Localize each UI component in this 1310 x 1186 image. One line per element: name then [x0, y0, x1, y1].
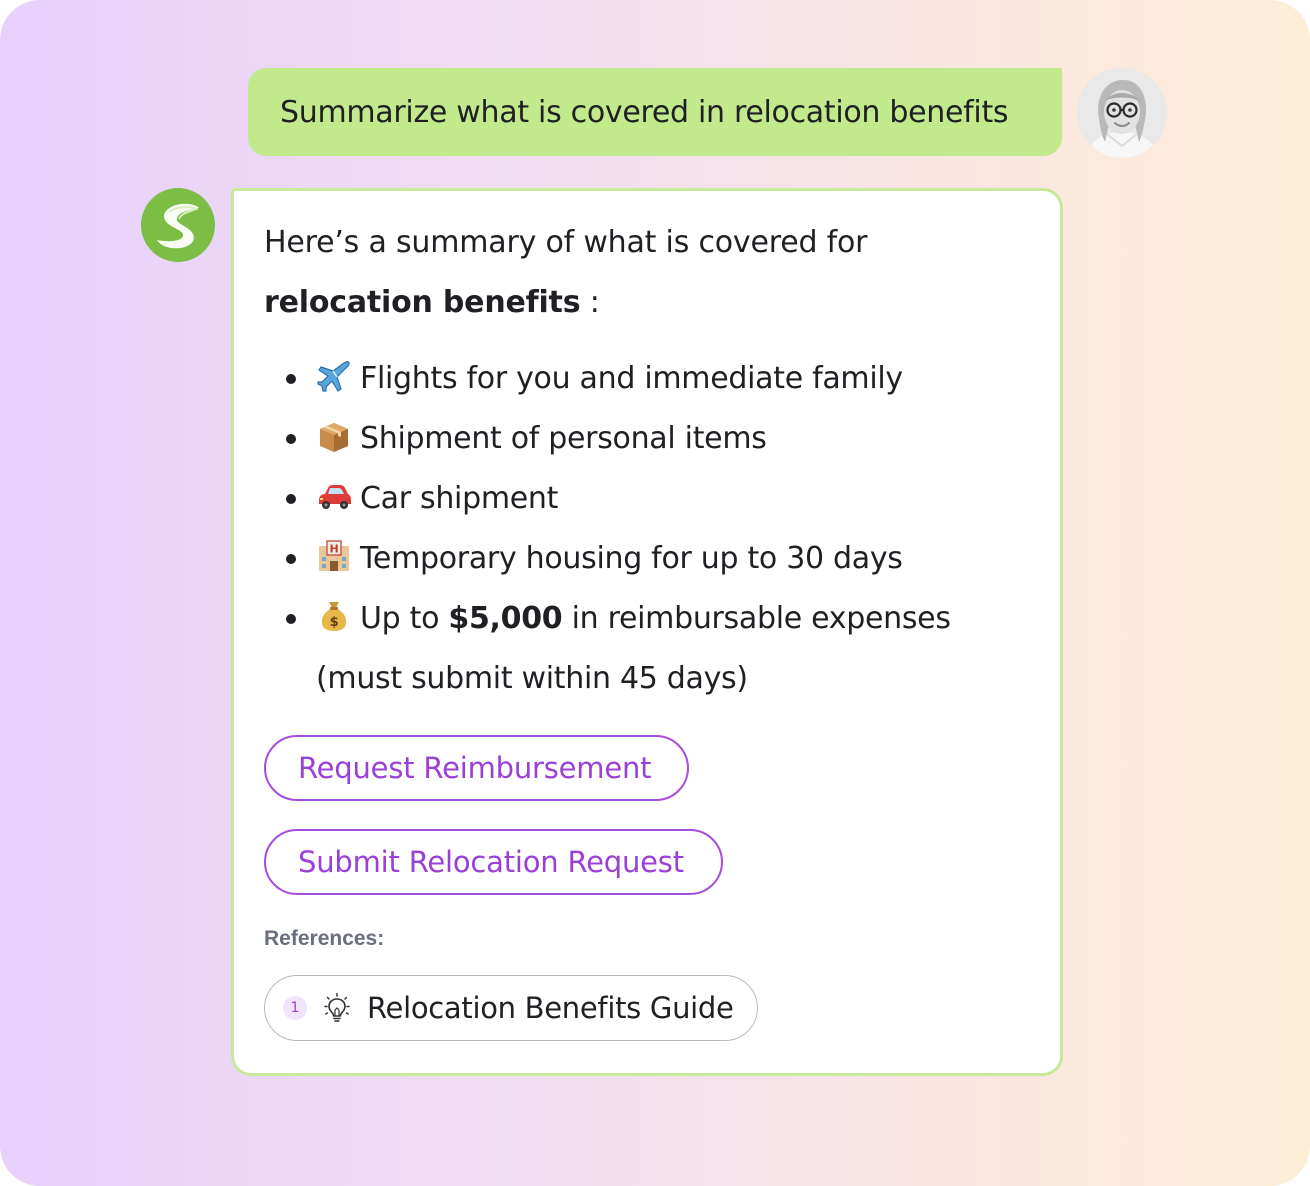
- assistant-message-card: Here’s a summary of what is covered for …: [231, 188, 1063, 1076]
- bullet-suffix: in reimbursable expenses: [562, 601, 951, 636]
- user-portrait-icon: [1077, 68, 1167, 158]
- hotel-icon: H: [319, 540, 349, 571]
- reference-number-badge: 1: [283, 996, 307, 1020]
- bullet-dot: [286, 434, 296, 444]
- intro-bold-topic: relocation benefits: [264, 285, 581, 320]
- package-icon: [320, 423, 348, 452]
- svg-text:H: H: [330, 543, 339, 556]
- list-item: Flights for you and immediate family: [264, 349, 1034, 409]
- leaf-logo-icon: [157, 203, 199, 249]
- reference-chip[interactable]: 1 Relocation Benefits Guide: [264, 975, 758, 1041]
- car-icon: [319, 485, 351, 509]
- user-avatar: [1077, 68, 1167, 158]
- bullet-text: Temporary housing for up to 30 days: [360, 541, 903, 576]
- airplane-icon: [317, 361, 350, 392]
- submit-relocation-request-button[interactable]: Submit Relocation Request: [264, 829, 723, 895]
- reimbursement-amount: $5,000: [448, 601, 563, 636]
- assistant-intro: Here’s a summary of what is covered for …: [264, 213, 984, 333]
- bullet-dot: [286, 614, 296, 624]
- svg-text:$: $: [330, 615, 339, 630]
- lightbulb-icon: [324, 992, 350, 1022]
- bullet-text: Flights for you and immediate family: [360, 361, 903, 396]
- bullet-text: Shipment of personal items: [360, 421, 767, 456]
- bullet-text: Car shipment: [360, 481, 559, 516]
- bullet-dot: [286, 494, 296, 504]
- bullet-dot: [286, 554, 296, 564]
- reference-title: Relocation Benefits Guide: [367, 991, 734, 1025]
- bullet-dot: [286, 374, 296, 384]
- bullet-continuation: (must submit within 45 days): [316, 661, 748, 696]
- intro-suffix: :: [580, 285, 600, 320]
- money-bag-icon: $: [321, 602, 347, 631]
- request-reimbursement-label: Request Reimbursement: [298, 751, 652, 785]
- user-message-text: Summarize what is covered in relocation …: [280, 94, 1009, 130]
- benefits-list: Flights for you and immediate family Shi…: [264, 349, 1034, 709]
- references-label: References:: [264, 927, 385, 950]
- user-message-bubble: Summarize what is covered in relocation …: [248, 68, 1062, 156]
- assistant-avatar: [141, 188, 215, 262]
- bullet-prefix: Up to: [360, 601, 449, 636]
- list-item: Shipment of personal items: [264, 409, 1034, 469]
- list-item: Car shipment: [264, 469, 1034, 529]
- list-item: H Temporary housing for up to 30 days: [264, 529, 1034, 589]
- submit-relocation-request-label: Submit Relocation Request: [298, 845, 684, 879]
- request-reimbursement-button[interactable]: Request Reimbursement: [264, 735, 689, 801]
- chat-canvas: Summarize what is covered in relocation …: [0, 0, 1310, 1186]
- list-item: $ Up to $5,000 in reimbursable expenses …: [264, 589, 1034, 709]
- intro-text: Here’s a summary of what is covered for: [264, 225, 868, 260]
